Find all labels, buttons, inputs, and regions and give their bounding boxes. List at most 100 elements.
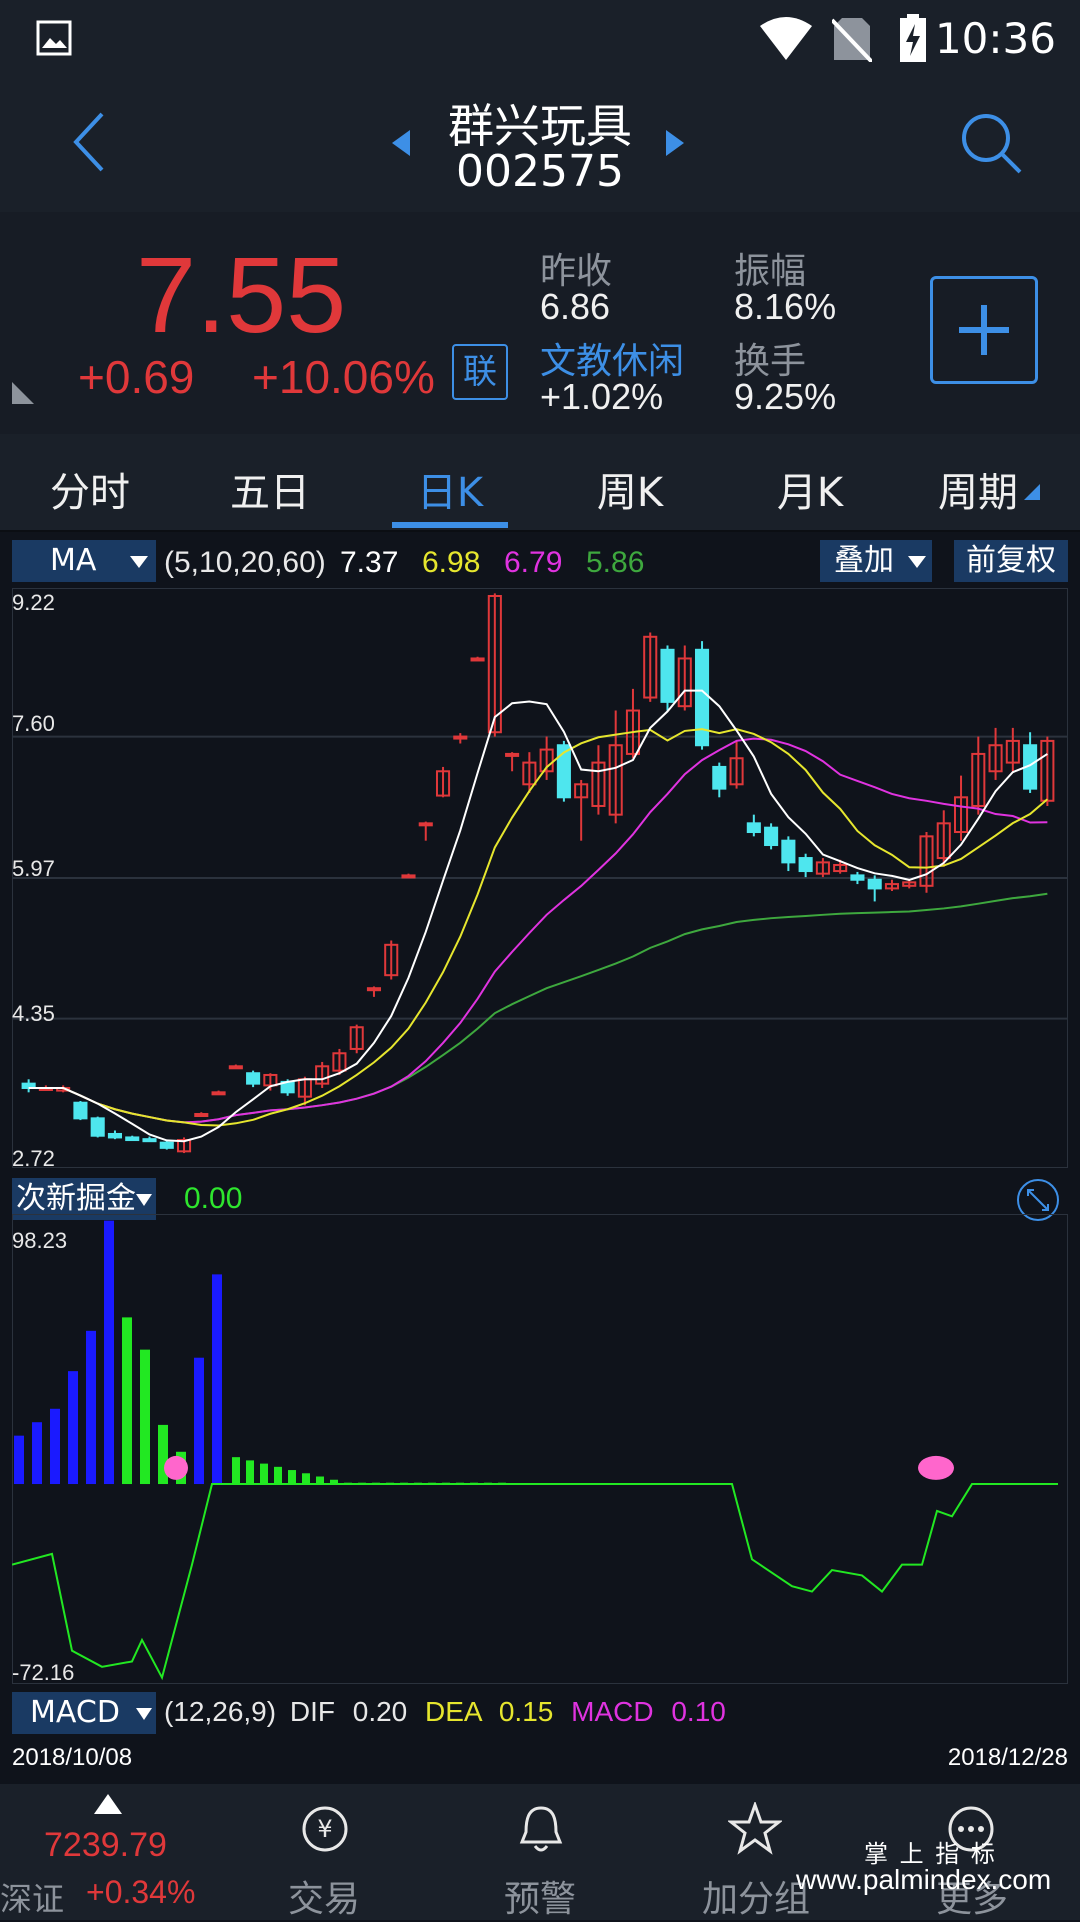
nav-add-group[interactable]: 加分组: [676, 1784, 836, 1920]
sub-bar-green: [246, 1460, 254, 1485]
sub-frame: [12, 1214, 1068, 1684]
candle-body: [781, 839, 796, 864]
turnover-value: 9.25%: [734, 376, 837, 417]
index-ticker[interactable]: 7239.79 深证 +0.34%: [0, 1784, 216, 1920]
ma60-value: 5.86: [586, 546, 645, 579]
ma20-line: [28, 737, 1048, 1124]
next-stock-icon[interactable]: [664, 128, 686, 158]
bottom-nav: 7239.79 深证 +0.34% ¥ 交易 预警 加分组 更多 掌 上 指 标…: [0, 1784, 1080, 1920]
dif-label: DIF: [289, 1696, 335, 1727]
nav-alert[interactable]: 预警: [460, 1784, 620, 1920]
quote-panel: 7.55 +0.69 +10.06% 联 昨收 6.86 文教休闲 +1.02%…: [0, 212, 1080, 434]
sub-indicator-chart[interactable]: [12, 1214, 1068, 1684]
macd-name: MACD: [30, 1695, 120, 1730]
candle-body: [159, 1141, 174, 1149]
sub-indicator-name: 次新掘金: [16, 1181, 136, 1216]
ma-params: (5,10,20,60): [164, 546, 326, 579]
sector-change: +1.02%: [540, 376, 664, 417]
candle-body: [764, 826, 779, 847]
sub-bar-green: [302, 1473, 310, 1485]
candle-body: [505, 752, 520, 757]
sub-bar-green: [288, 1470, 296, 1485]
stock-header: 群兴玩具 002575: [0, 80, 1080, 214]
candle-body: [90, 1117, 105, 1137]
price-change: +0.69: [78, 351, 195, 403]
macd-legend: (12,26,9) DIF 0.20 DEA 0.15 MACD 0.10: [164, 1696, 726, 1728]
ma5-line: [28, 689, 1048, 1143]
status-bar: 10:36: [0, 0, 1080, 80]
chevron-down-icon: [908, 556, 926, 568]
watermark-url: www.palmindex.com: [796, 1864, 1052, 1895]
sub-bar-green: [316, 1476, 324, 1485]
active-tab-indicator: [392, 522, 508, 528]
sub-bar-green: [122, 1317, 132, 1485]
ma-indicator-label: MA: [50, 543, 97, 578]
dea-label: DEA: [425, 1696, 482, 1727]
candle-body: [125, 1136, 140, 1142]
add-watchlist-button[interactable]: [930, 276, 1038, 384]
index-change: +0.34%: [86, 1874, 196, 1910]
candle-body: [712, 765, 727, 790]
candle-body: [142, 1138, 157, 1143]
period-tabs: 分时 五日 日K 周K 月K 周期: [0, 434, 1080, 532]
candle-body: [73, 1101, 88, 1120]
candle-body: [660, 648, 675, 703]
ma20-value: 6.79: [504, 546, 563, 579]
sub-bar-blue: [212, 1274, 222, 1485]
sub-bar-blue: [50, 1408, 60, 1485]
sub-bar-blue: [32, 1422, 42, 1485]
tab-intraday[interactable]: 分时: [10, 460, 170, 518]
up-arrow-icon: [94, 1794, 122, 1814]
kline-chart[interactable]: [12, 588, 1068, 1168]
plus-icon: [959, 305, 1009, 355]
period-dropdown-icon: [1024, 484, 1040, 500]
price-axis-label: 9.22: [12, 590, 55, 615]
candle-body: [246, 1072, 261, 1085]
candle-body: [746, 822, 761, 834]
macd-dropdown[interactable]: MACD: [12, 1692, 156, 1734]
clock: 10:36: [934, 14, 1056, 63]
nav-label: 预警: [503, 1879, 576, 1920]
gem-marker: [918, 1455, 954, 1480]
candle-body: [470, 657, 485, 662]
candle-body: [211, 1091, 226, 1096]
candle-body: [107, 1132, 123, 1139]
chevron-down-icon: [136, 1194, 152, 1206]
sub-bar-blue: [194, 1357, 204, 1485]
tab-five-day[interactable]: 五日: [190, 460, 350, 518]
price-axis-label: 5.97: [12, 856, 55, 881]
svg-text:¥: ¥: [317, 1815, 332, 1843]
bell-icon: [519, 1806, 563, 1852]
macd-params: (12,26,9): [164, 1696, 277, 1727]
candle-body: [418, 822, 433, 827]
candle-body: [228, 1065, 243, 1070]
price-change-pct: +10.06%: [252, 351, 435, 403]
sub-axis-top: 98.23: [12, 1228, 68, 1253]
sub-bar-green: [260, 1463, 268, 1485]
corner-expand-icon[interactable]: [10, 380, 36, 406]
macd-label: MACD: [571, 1696, 654, 1727]
candle-body: [366, 987, 382, 992]
overlay-dropdown[interactable]: 叠加: [820, 540, 932, 582]
tab-monthly-k[interactable]: 月K: [730, 460, 890, 518]
nav-trade[interactable]: ¥ 交易: [244, 1784, 404, 1920]
lian-badge[interactable]: 联: [452, 344, 508, 400]
sub-bar-blue: [14, 1435, 24, 1485]
ma-indicator-dropdown[interactable]: MA: [12, 540, 156, 582]
tab-daily-k[interactable]: 日K: [370, 460, 530, 518]
star-icon: [728, 1802, 782, 1855]
index-value: 7239.79: [44, 1826, 167, 1864]
adjust-button[interactable]: 前复权: [954, 540, 1068, 582]
tab-weekly-k[interactable]: 周K: [550, 460, 710, 518]
start-date: 2018/10/08: [12, 1744, 133, 1771]
sub-bar-green: [232, 1457, 240, 1485]
sub-bar-blue: [104, 1220, 114, 1485]
ma10-line: [28, 728, 1049, 1127]
macd-value: 0.10: [671, 1696, 726, 1727]
ma60-line: [28, 892, 1048, 1124]
sub-indicator-value: 0.00: [184, 1182, 243, 1215]
battery-charging-icon: [900, 14, 926, 62]
image-icon: [36, 20, 72, 56]
candle-body: [798, 857, 813, 873]
search-icon[interactable]: [958, 110, 1024, 176]
